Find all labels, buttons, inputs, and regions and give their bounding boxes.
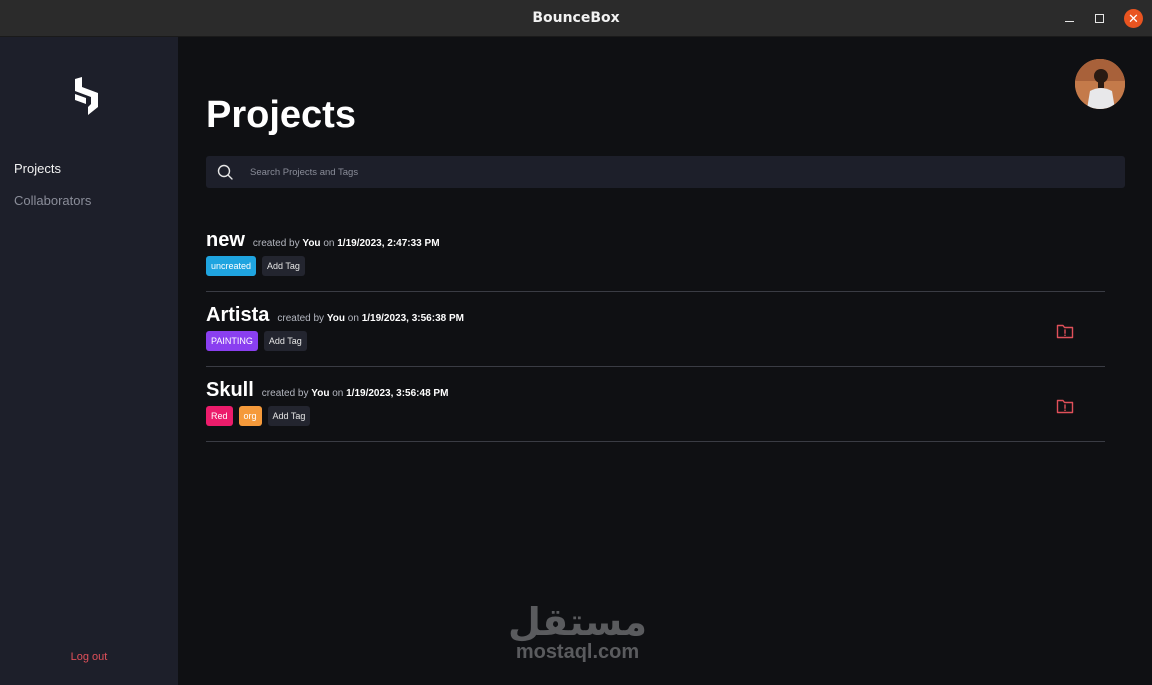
- project-owner: You: [326, 313, 345, 324]
- created-by-text: created by: [261, 388, 309, 399]
- folder-warning-icon[interactable]: [1056, 322, 1074, 340]
- tag-red[interactable]: Red: [206, 406, 233, 426]
- add-tag-button[interactable]: Add Tag: [262, 256, 305, 276]
- main-content: Projects new created by You on 1/19/2023…: [178, 37, 1152, 685]
- window-title: BounceBox: [532, 10, 620, 26]
- project-name[interactable]: Skull: [206, 379, 254, 402]
- close-icon: ✕: [1128, 11, 1139, 26]
- add-tag-button[interactable]: Add Tag: [263, 331, 307, 351]
- on-text: on: [323, 238, 335, 249]
- project-date: 1/19/2023, 3:56:48 PM: [346, 388, 449, 399]
- sidebar-item-collaborators[interactable]: Collaborators: [14, 193, 91, 208]
- project-date: 1/19/2023, 3:56:38 PM: [361, 313, 464, 324]
- project-owner: You: [302, 238, 321, 249]
- project-date: 1/19/2023, 2:47:33 PM: [337, 238, 440, 249]
- project-meta: created by You on 1/19/2023, 3:56:48 PM: [262, 388, 449, 399]
- project-row[interactable]: new created by You on 1/19/2023, 2:47:33…: [206, 217, 1105, 292]
- tag-list: Red org Add Tag: [206, 406, 311, 426]
- created-by-text: created by: [252, 238, 300, 249]
- tag-list: uncreated Add Tag: [206, 256, 305, 276]
- created-by-text: created by: [277, 313, 325, 324]
- bouncebox-logo-icon: [75, 77, 98, 115]
- tag-org[interactable]: org: [238, 406, 262, 426]
- user-avatar[interactable]: [1075, 59, 1125, 109]
- logout-button[interactable]: Log out: [0, 651, 178, 663]
- maximize-button[interactable]: [1090, 9, 1109, 28]
- project-meta: created by You on 1/19/2023, 2:47:33 PM: [253, 238, 440, 249]
- watermark: مستقل mostaql.com: [505, 603, 650, 663]
- project-name[interactable]: Artista: [206, 304, 269, 327]
- sidebar: Projects Collaborators Log out: [0, 37, 178, 685]
- watermark-latin: mostaql.com: [515, 641, 640, 663]
- project-owner: You: [311, 388, 330, 399]
- project-name[interactable]: new: [206, 229, 245, 252]
- avatar-image: [1075, 59, 1125, 109]
- tag-uncreated[interactable]: uncreated: [206, 256, 257, 276]
- minimize-button[interactable]: [1060, 9, 1079, 28]
- tag-list: PAINTING Add Tag: [206, 331, 307, 351]
- project-meta: created by You on 1/19/2023, 3:56:38 PM: [277, 313, 464, 324]
- on-text: on: [347, 313, 359, 324]
- search-icon: [217, 164, 233, 180]
- project-row[interactable]: Skull created by You on 1/19/2023, 3:56:…: [206, 367, 1105, 442]
- add-tag-button[interactable]: Add Tag: [267, 406, 311, 426]
- watermark-arabic: مستقل: [508, 600, 647, 644]
- tag-painting[interactable]: PAINTING: [206, 331, 258, 351]
- close-button[interactable]: ✕: [1124, 9, 1143, 28]
- folder-warning-icon[interactable]: [1056, 397, 1074, 415]
- search-bar: [206, 156, 1125, 188]
- window-titlebar: BounceBox ✕: [0, 0, 1152, 37]
- sidebar-item-projects[interactable]: Projects: [14, 161, 61, 176]
- search-input[interactable]: [250, 156, 1110, 188]
- on-text: on: [332, 388, 344, 399]
- page-title: Projects: [206, 94, 356, 136]
- project-row[interactable]: Artista created by You on 1/19/2023, 3:5…: [206, 292, 1105, 367]
